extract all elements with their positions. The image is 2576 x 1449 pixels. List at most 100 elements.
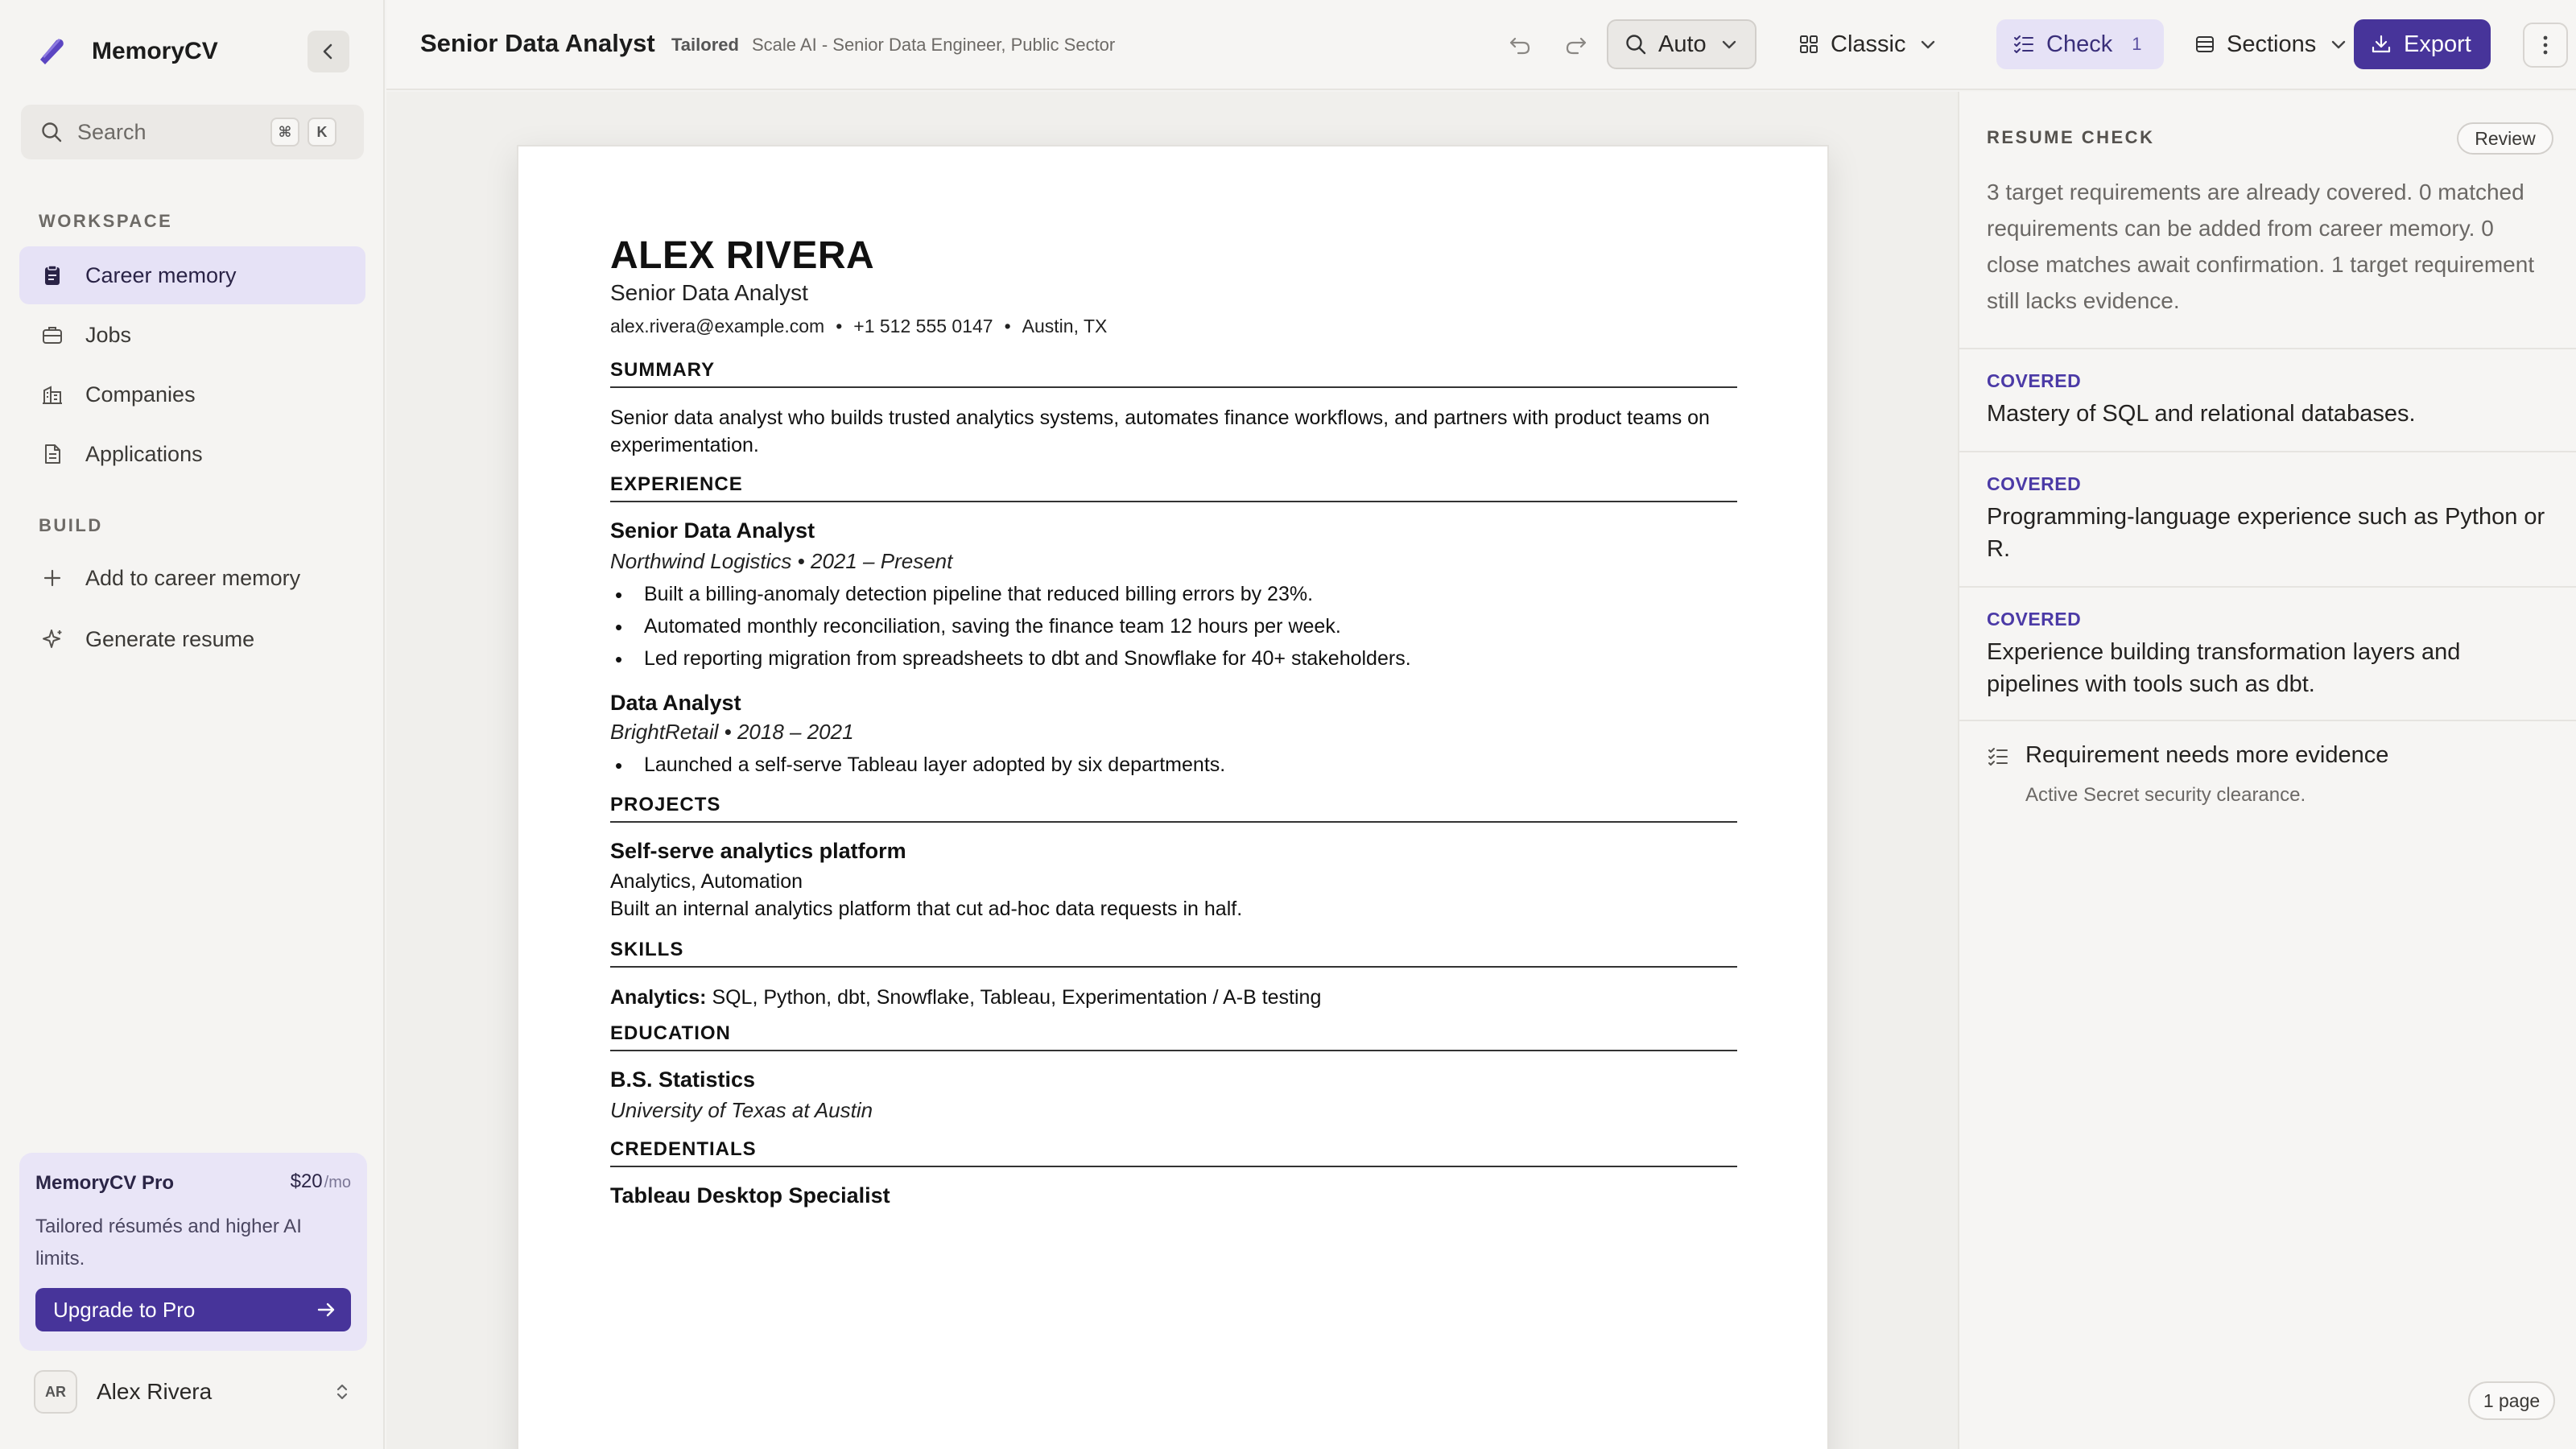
app-name: MemoryCV (92, 38, 218, 64)
avatar: AR (34, 1370, 77, 1414)
job-bullet: Automated monthly reconciliation, saving… (615, 615, 1341, 640)
sidebar-item-applications[interactable]: Applications (19, 425, 365, 483)
resume-contact: alex.rivera@example.com • +1 512 555 0147 •… (610, 316, 1107, 337)
resume-canvas[interactable]: ALEX RIVERA Senior Data Analyst alex.riv… (386, 92, 1958, 1449)
top-bar: Senior Data Analyst Tailored Scale AI - … (386, 0, 2576, 90)
job-bullet: Led reporting migration from spreadsheet… (615, 647, 1411, 672)
resume-check-panel: RESUME CHECK Review 3 target requirement… (1958, 92, 2576, 1449)
resume-page[interactable]: ALEX RIVERA Senior Data Analyst alex.riv… (517, 145, 1829, 1449)
sections-icon (2196, 36, 2214, 52)
resume-location: Austin, TX (1022, 316, 1108, 336)
requirement-item[interactable]: COVERED Programming-language experience … (1959, 451, 2576, 586)
export-label: Export (2404, 31, 2471, 57)
upgrade-label: Upgrade to Pro (53, 1297, 196, 1322)
sidebar-item-generate-resume[interactable]: Generate resume (19, 610, 365, 668)
credential: Tableau Desktop Specialist (610, 1183, 890, 1208)
template-select[interactable]: Classic (1782, 19, 1975, 69)
user-name: Alex Rivera (97, 1379, 213, 1404)
grid-icon (1800, 35, 1818, 53)
shortcut-key-cmd: ⌘ (270, 118, 299, 147)
sidebar-item-label: Add to career memory (85, 565, 301, 590)
school: University of Texas at Austin (610, 1098, 873, 1122)
skills-line: Analytics: SQL, Python, dbt, Snowflake, … (610, 984, 1737, 1011)
check-label: Check (2046, 31, 2113, 57)
skills-heading: SKILLS (610, 939, 1737, 968)
requirement-text: Mastery of SQL and relational databases. (1987, 401, 2416, 427)
credentials-heading: CREDENTIALS (610, 1138, 1737, 1167)
education-heading: EDUCATION (610, 1022, 1737, 1051)
chevron-updown-icon (336, 1384, 348, 1400)
chevron-down-icon (1722, 40, 1736, 49)
target-job: Scale AI - Senior Data Engineer, Public … (752, 35, 1116, 55)
sidebar-item-jobs[interactable]: Jobs (19, 306, 365, 364)
upgrade-to-pro-button[interactable]: Upgrade to Pro (35, 1288, 351, 1331)
summary-text: Senior data analyst who builds trusted a… (610, 407, 1710, 456)
search-icon (42, 122, 62, 142)
sidebar-item-career-memory[interactable]: Career memory (19, 246, 365, 304)
sections-select[interactable]: Sections (2178, 19, 2372, 69)
contact-separator: • (1004, 316, 1011, 336)
document-title[interactable]: Senior Data Analyst (420, 29, 655, 58)
requirement-gap-item[interactable]: Requirement needs more evidence Active S… (1959, 720, 2576, 824)
undo-button[interactable] (1504, 29, 1536, 61)
collapse-sidebar-button[interactable] (308, 31, 349, 72)
building-icon (43, 386, 62, 404)
undo-icon (1509, 37, 1530, 55)
arrow-right-icon (317, 1302, 335, 1317)
pro-price-amount: $20 (290, 1170, 323, 1192)
project-description: Built an internal analytics platform tha… (610, 898, 1243, 920)
sparkle-icon (43, 630, 62, 648)
requirement-text: Programming-language experience such as … (1987, 504, 2545, 562)
pro-upsell-card: MemoryCV Pro $20/mo Tailored résumés and… (19, 1153, 367, 1351)
document-icon (45, 444, 60, 464)
redo-icon (1566, 37, 1587, 55)
panel-title: RESUME CHECK (1987, 127, 2155, 147)
experience-heading: EXPERIENCE (610, 473, 1737, 502)
requirement-status: COVERED (1987, 473, 2082, 494)
search-placeholder: Search (77, 119, 147, 144)
checklist-icon (1988, 748, 2008, 766)
zoom-label: Auto (1658, 31, 1707, 57)
sidebar-item-label: Applications (85, 441, 203, 466)
zoom-select[interactable]: Auto (1607, 19, 1757, 69)
job-meta: Northwind Logistics • 2021 – Present (610, 549, 953, 573)
project-title: Self-serve analytics platform (610, 839, 906, 863)
skills-category: Analytics: (610, 986, 707, 1009)
sections-label: Sections (2227, 31, 2317, 57)
check-count-badge: 1 (2132, 34, 2142, 54)
check-summary: 3 target requirements are already covere… (1987, 180, 2535, 313)
export-button[interactable]: Export (2354, 19, 2491, 69)
sidebar-item-companies[interactable]: Companies (19, 365, 365, 423)
pro-price-period: /mo (324, 1174, 351, 1191)
contact-separator: • (836, 316, 843, 336)
account-menu[interactable]: AR Alex Rivera (19, 1365, 367, 1418)
tailored-badge: Tailored (671, 35, 739, 55)
sidebar-item-label: Career memory (85, 262, 237, 287)
check-toggle-button[interactable]: Check 1 (1996, 19, 2164, 69)
review-button[interactable]: Review (2457, 122, 2553, 155)
degree: B.S. Statistics (610, 1067, 756, 1092)
redo-button[interactable] (1560, 29, 1592, 61)
pro-price: $20/mo (291, 1170, 351, 1193)
page-count-badge: 1 page (2468, 1381, 2555, 1420)
job-bullet: Built a billing-anomaly detection pipeli… (615, 583, 1313, 608)
job-title: Senior Data Analyst (610, 518, 815, 543)
sidebar-item-add-to-career-memory[interactable]: Add to career memory (19, 549, 365, 607)
job-bullet: Launched a self-serve Tableau layer adop… (615, 753, 1225, 778)
build-section-label: BUILD (39, 515, 103, 535)
pro-title: MemoryCV Pro (35, 1172, 175, 1194)
more-vertical-icon (2543, 35, 2548, 55)
resume-phone: +1 512 555 0147 (853, 316, 993, 336)
sidebar-item-label: Generate resume (85, 626, 255, 651)
more-options-button[interactable] (2523, 23, 2568, 68)
sidebar-item-label: Jobs (85, 322, 132, 347)
requirement-item[interactable]: COVERED Mastery of SQL and relational da… (1959, 348, 2576, 451)
pen-logo-icon (40, 38, 64, 64)
requirement-item[interactable]: COVERED Experience building transformati… (1959, 586, 2576, 720)
search-input[interactable]: Search ⌘ K (21, 105, 364, 159)
brand[interactable]: MemoryCV (35, 32, 218, 71)
requirement-text: Experience building transformation layer… (1987, 639, 2461, 697)
requirement-status: COVERED (1987, 370, 2082, 391)
search-icon (1626, 35, 1646, 55)
checklist-icon (2014, 35, 2033, 53)
